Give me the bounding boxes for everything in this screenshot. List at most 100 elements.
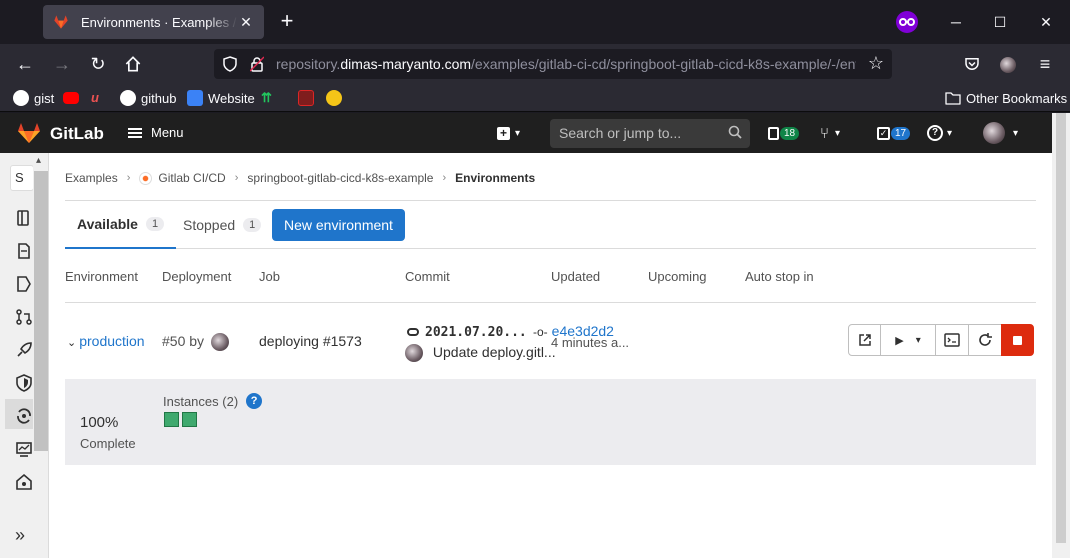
stop-icon — [1013, 335, 1022, 345]
browser-tab[interactable]: Environments · Examples / Gitlab ✕ — [43, 5, 264, 39]
deployer-avatar[interactable] — [210, 333, 229, 352]
issues-button[interactable]: 18 — [768, 123, 800, 143]
bookmark-gist[interactable]: gist — [13, 89, 54, 107]
main-menu-button[interactable]: Menu — [128, 125, 184, 140]
merge-requests-button[interactable]: ⑂ ▾ — [820, 123, 840, 143]
instance-pod[interactable] — [164, 412, 179, 427]
pocket-icon[interactable] — [960, 52, 984, 76]
commit-ref-name[interactable]: 2021.07.20... — [425, 325, 527, 340]
tab-stopped[interactable]: Stopped 1 — [171, 201, 273, 249]
user-menu-button[interactable]: ▾ — [983, 122, 1018, 144]
gitlab-favicon-icon — [54, 15, 68, 29]
terminal-icon — [944, 333, 960, 347]
github-icon — [120, 90, 136, 106]
website-icon — [187, 90, 203, 106]
instance-pod[interactable] — [182, 412, 197, 427]
browser-tab-bar: Environments · Examples / Gitlab ✕ + ─ ☐… — [0, 0, 1070, 44]
back-icon[interactable]: ← — [13, 52, 37, 76]
user-avatar — [983, 122, 1005, 144]
bookmark-website[interactable]: Website — [187, 89, 255, 107]
commit-ref: 2021.07.20... — [407, 323, 527, 340]
url-text[interactable]: repository.dimas-maryanto.com/examples/g… — [276, 56, 856, 72]
bookmark-github[interactable]: github — [120, 89, 176, 107]
security-shield-icon[interactable] — [15, 374, 33, 392]
commit-author-avatar[interactable] — [405, 344, 423, 363]
expand-sidebar-icon[interactable]: » — [15, 525, 25, 546]
chevron-down-icon: ▾ — [915, 334, 921, 346]
tab-available[interactable]: Available 1 — [65, 201, 177, 249]
lock-icon[interactable] — [250, 56, 264, 72]
infrastructure-icon[interactable] — [15, 473, 33, 491]
bookmark-arrow[interactable]: ⇈ — [261, 89, 282, 107]
new-dropdown-button[interactable]: + ▾ — [497, 123, 520, 143]
chevron-down-icon[interactable]: ⌄ — [67, 337, 76, 349]
todo-icon: ✓ — [877, 126, 890, 140]
page-scrollbar-thumb[interactable] — [1056, 113, 1066, 543]
new-environment-button[interactable]: New environment — [272, 209, 405, 241]
tag-icon — [407, 328, 419, 337]
ci-cd-rocket-icon[interactable] — [15, 341, 33, 359]
merge-requests-icon[interactable] — [15, 308, 33, 326]
maximize-button[interactable]: ☐ — [988, 10, 1012, 34]
other-bookmarks[interactable]: Other Bookmarks — [945, 89, 1067, 107]
deployments-icon[interactable] — [15, 407, 33, 425]
bookmark-pikachu[interactable] — [326, 89, 347, 107]
column-upcoming: Upcoming — [648, 269, 707, 284]
minimize-button[interactable]: ─ — [944, 10, 968, 34]
instances-label: Instances (2) — [163, 393, 239, 409]
project-avatar[interactable]: S — [10, 165, 34, 191]
home-icon[interactable] — [121, 52, 145, 76]
url-bar[interactable]: repository.dimas-maryanto.com/examples/g… — [214, 49, 892, 79]
help-icon[interactable]: ? — [246, 393, 263, 409]
tab-title: Environments · Examples / Gitlab — [81, 14, 238, 30]
column-environment: Environment — [65, 269, 138, 284]
terminal-button[interactable] — [935, 324, 969, 356]
breadcrumb-examples[interactable]: Examples — [65, 171, 118, 185]
chevron-down-icon: ▾ — [947, 127, 953, 139]
new-tab-button[interactable]: + — [276, 10, 298, 34]
window-close-button[interactable]: ✕ — [1034, 10, 1058, 34]
tab-close-icon[interactable]: ✕ — [238, 14, 254, 31]
environment-cell: ⌄ production — [67, 333, 145, 349]
group-avatar-icon — [139, 171, 153, 185]
sp-icon — [298, 90, 314, 106]
gitlab-logo-icon[interactable] — [17, 122, 41, 144]
hamburger-icon — [128, 127, 142, 138]
issues-icon[interactable] — [15, 275, 33, 293]
deploy-actions-dropdown[interactable]: ▶ ▾ — [880, 324, 936, 356]
tab-count-badge: 1 — [145, 217, 165, 231]
gitlab-brand[interactable]: GitLab — [50, 124, 104, 144]
page-scrollbar[interactable] — [1052, 113, 1070, 558]
bookmark-star-icon[interactable]: ☆ — [866, 53, 886, 73]
project-overview-icon[interactable] — [15, 209, 33, 227]
bookmark-udemy[interactable]: u — [91, 89, 112, 107]
sidebar-scrollbar[interactable]: ▴ — [33, 153, 48, 558]
scroll-up-icon[interactable]: ▴ — [36, 155, 41, 166]
rollback-button[interactable] — [968, 324, 1002, 356]
tracking-shield-icon[interactable] — [222, 56, 238, 72]
repository-icon[interactable] — [15, 242, 33, 260]
search-input[interactable]: Search or jump to... — [550, 119, 750, 148]
help-button[interactable]: ? ▾ — [927, 123, 952, 143]
search-icon — [728, 125, 742, 139]
arrow-icon: ⇈ — [261, 90, 272, 105]
environment-name-link[interactable]: production — [79, 333, 144, 349]
forward-icon[interactable]: → — [50, 52, 74, 76]
reload-icon[interactable]: ↻ — [86, 52, 110, 76]
stop-environment-button[interactable] — [1001, 324, 1034, 356]
breadcrumb-environments[interactable]: Environments — [455, 171, 535, 185]
app-menu-icon[interactable]: ≡ — [1033, 52, 1057, 76]
job-link[interactable]: deploying #1573 — [259, 333, 362, 349]
private-browsing-icon — [896, 11, 918, 33]
breadcrumb-gitlab-ci-cd[interactable]: Gitlab CI/CD — [158, 171, 225, 185]
bookmark-youtube[interactable] — [63, 89, 84, 107]
open-live-environment-button[interactable] — [848, 324, 881, 356]
sidebar-scrollbar-thumb[interactable] — [34, 171, 48, 451]
monitor-icon[interactable] — [15, 440, 33, 458]
breadcrumb-project[interactable]: springboot-gitlab-cicd-k8s-example — [247, 171, 433, 185]
bookmark-sp[interactable] — [298, 89, 319, 107]
commit-message-link[interactable]: Update deploy.gitl... — [433, 344, 556, 360]
extension-icon[interactable] — [996, 52, 1020, 76]
todos-button[interactable]: ✓ 17 — [877, 123, 911, 143]
chevron-right-icon: › — [442, 172, 447, 184]
